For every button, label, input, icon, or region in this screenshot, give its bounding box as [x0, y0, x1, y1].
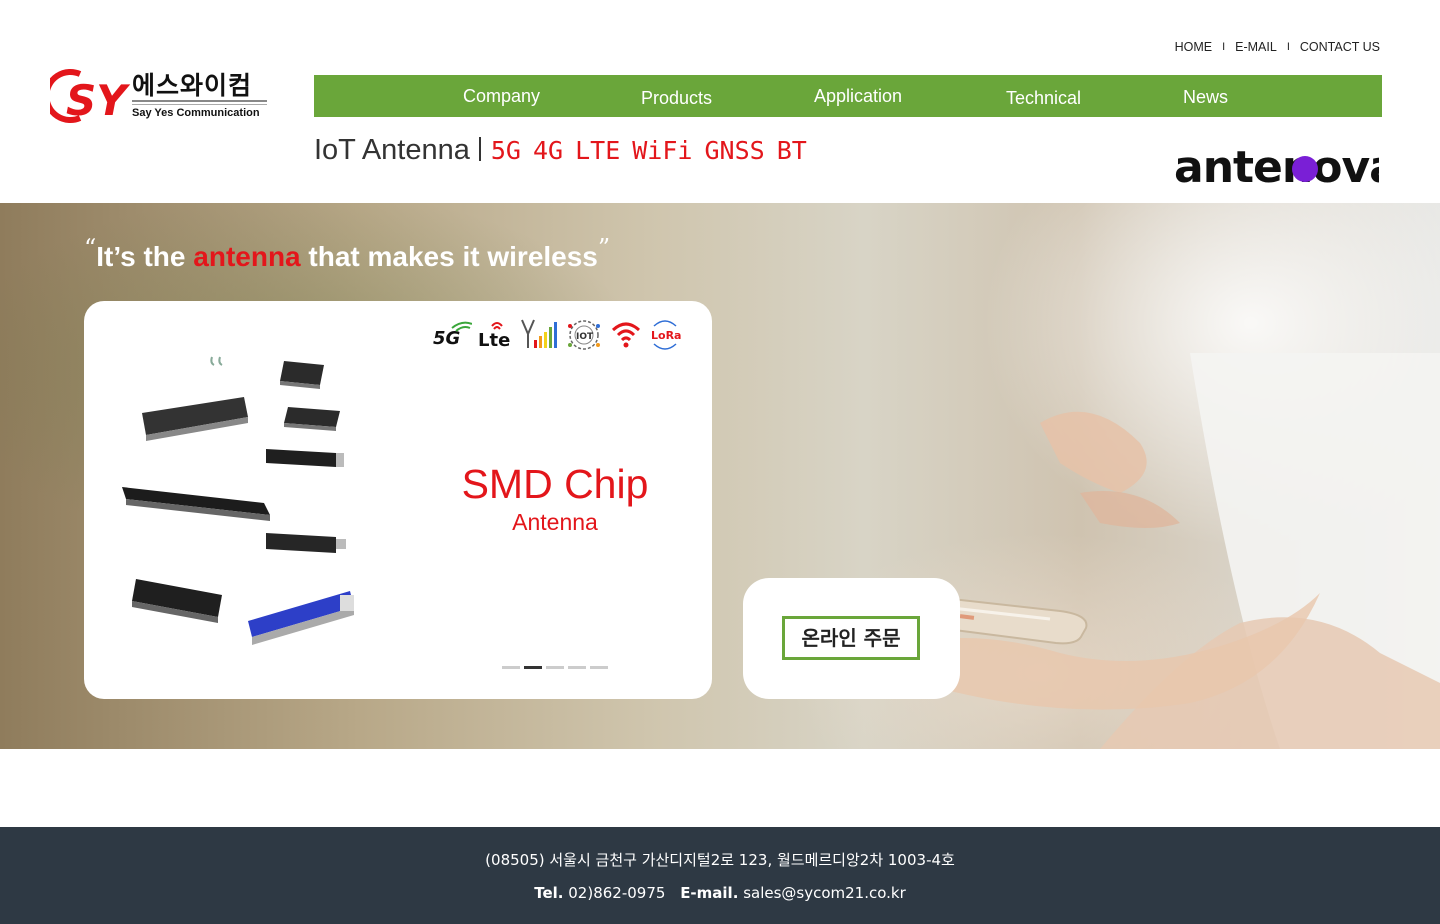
wifi-icon	[611, 322, 641, 348]
svg-text:LoRa: LoRa	[651, 329, 681, 342]
main-nav: Company Products Application Technical N…	[314, 75, 1382, 117]
online-order-button[interactable]: 온라인 주문	[782, 616, 920, 660]
email-link[interactable]: E-MAIL	[1235, 40, 1277, 54]
svg-text:Lte: Lte	[478, 330, 510, 351]
company-contact: Tel. 02)862-0975 E-mail. sales@sycom21.c…	[0, 884, 1440, 902]
logo-rule	[132, 104, 267, 105]
company-address: (08505) 서울시 금천구 가산디지털2로 123, 월드메르디앙2차 10…	[485, 851, 955, 869]
contact-us-link[interactable]: CONTACT US	[1300, 40, 1380, 54]
utility-nav: HOME I E-MAIL I CONTACT US	[1175, 40, 1380, 54]
product-slider[interactable]: 5G Lte IOT LoRa SMD Chip Antenna	[84, 301, 712, 699]
online-order-card: 온라인 주문	[743, 578, 960, 699]
logo-korean-name: 에스와이컴	[132, 71, 253, 100]
logo-english-name: Say Yes Communication	[132, 107, 260, 119]
logo-mark-text: SY	[66, 76, 130, 124]
home-link[interactable]: HOME	[1175, 40, 1213, 54]
site-header: HOME I E-MAIL I CONTACT US SY 에스와이컴 Say …	[0, 0, 1440, 203]
slider-dot[interactable]	[502, 666, 520, 669]
logo-rule	[132, 100, 267, 102]
slider-pagination	[502, 666, 608, 669]
heading-divider	[478, 137, 481, 161]
cellular-signal-icon	[521, 319, 557, 348]
slogan-suffix: that makes it wireless	[308, 241, 598, 272]
slide-title: SMD Chip	[461, 461, 649, 507]
slider-dot[interactable]	[546, 666, 564, 669]
nav-item-news[interactable]: News	[1183, 76, 1228, 118]
tech-label: 5G	[490, 136, 521, 165]
nav-item-technical[interactable]: Technical	[1006, 77, 1081, 119]
iot-title: IoT Antenna	[314, 134, 470, 166]
tech-label: BT	[776, 136, 807, 165]
email-label: E-mail.	[680, 884, 739, 902]
nav-item-products[interactable]: Products	[641, 77, 712, 119]
slider-dot[interactable]	[590, 666, 608, 669]
svg-text:IOT: IOT	[576, 332, 594, 342]
slogan-prefix: It’s the	[96, 241, 186, 272]
antenova-logo-mark-icon: antenova	[1174, 142, 1399, 193]
close-quote: ”	[597, 234, 611, 262]
iot-icon: IOT	[568, 320, 600, 350]
nav-item-company[interactable]: Company	[463, 75, 540, 117]
lte-icon: Lte	[478, 322, 510, 351]
slogan-accent: antenna	[193, 241, 301, 272]
tel-number: 02)862-0975	[568, 884, 666, 902]
site-logo[interactable]: SY 에스와이컴 Say Yes Communication	[50, 68, 270, 124]
hero-slogan: “It’s the antenna that makes it wireless…	[84, 234, 610, 273]
utility-separator: I	[1286, 41, 1290, 53]
tech-label: LTE	[575, 136, 621, 165]
lora-icon: LoRa	[651, 320, 681, 350]
5g-icon: 5G	[433, 321, 472, 349]
iot-antenna-heading: IoT Antenna 5G 4G LTE WiFi GNSS BT	[314, 134, 819, 167]
site-footer: (08505) 서울시 금천구 가산디지털2로 123, 월드메르디앙2차 10…	[0, 827, 1440, 924]
tech-label: WiFi	[632, 136, 693, 165]
email-address[interactable]: sales@sycom21.co.kr	[743, 884, 906, 902]
partner-logo-text: antenova	[1174, 142, 1379, 192]
antenova-logo[interactable]: antenova	[1174, 140, 1399, 193]
tech-label: GNSS	[704, 136, 765, 165]
technology-icons: 5G Lte IOT LoRa	[432, 317, 682, 353]
nav-item-application[interactable]: Application	[814, 75, 902, 117]
slide-subtitle: Antenna	[512, 509, 598, 535]
tech-label: 4G	[532, 136, 564, 165]
open-quote: “	[84, 234, 97, 262]
tel-label: Tel.	[534, 884, 564, 902]
slider-dot-active[interactable]	[524, 666, 542, 669]
smd-chip-antenna-products-image	[122, 356, 354, 645]
utility-separator: I	[1222, 41, 1226, 53]
slider-dot[interactable]	[568, 666, 586, 669]
